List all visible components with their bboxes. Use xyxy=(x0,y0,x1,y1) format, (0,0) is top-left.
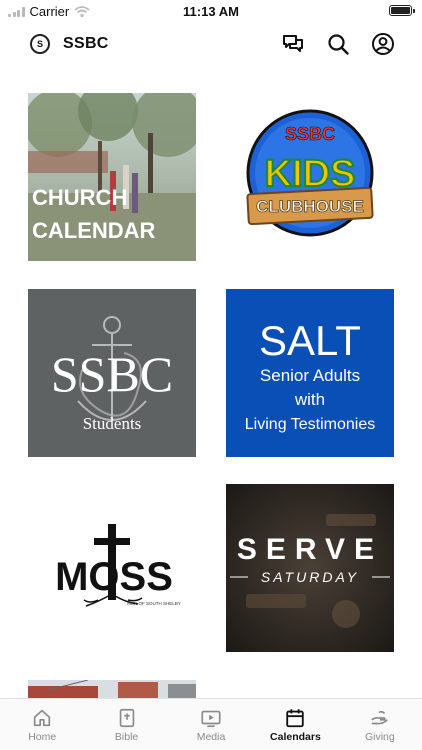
serve-title: SERVE xyxy=(237,533,383,566)
tile-salt[interactable]: SALT Senior Adults with Living Testimoni… xyxy=(226,289,394,457)
tile-church-calendar[interactable]: CHURCH CALENDAR xyxy=(28,93,196,261)
moss-caption: MEN OF SOUTH SHELBY xyxy=(127,601,181,606)
status-bar: Carrier 11:13 AM xyxy=(0,0,422,22)
account-icon[interactable] xyxy=(371,32,395,56)
giving-icon xyxy=(371,710,388,725)
media-icon xyxy=(201,710,221,728)
students-subtitle: Students xyxy=(83,414,142,433)
students-title: SSBC xyxy=(51,346,173,402)
moss-title: MOSS xyxy=(55,555,173,599)
salt-line3: Living Testimonies xyxy=(245,416,375,433)
app-header: S SSBC xyxy=(0,26,422,62)
tab-media[interactable]: Media xyxy=(169,699,253,750)
tab-calendars[interactable]: Calendars xyxy=(253,699,337,750)
serve-subtitle: SATURDAY xyxy=(261,569,359,585)
tile-kids-clubhouse[interactable]: SSBC KIDS CLUBHOUSE xyxy=(226,93,394,261)
tab-bible-label: Bible xyxy=(114,731,139,743)
tab-media-label: Media xyxy=(196,731,226,743)
chat-icon[interactable] xyxy=(281,32,305,56)
tab-home-label: Home xyxy=(28,731,57,743)
search-icon[interactable] xyxy=(326,32,350,56)
app-title: SSBC xyxy=(63,35,109,52)
tab-giving-label: Giving xyxy=(364,731,395,743)
home-icon xyxy=(34,709,51,727)
logo-text: S xyxy=(36,39,43,49)
tab-bar: Home Bible Media Calendars Giving xyxy=(0,698,422,750)
salt-title: SALT xyxy=(259,317,361,364)
kids-bottom-text: CLUBHOUSE xyxy=(256,197,364,216)
bible-icon xyxy=(119,708,134,728)
salt-line1: Senior Adults xyxy=(260,366,360,385)
kids-top-text: SSBC xyxy=(285,124,335,144)
church-calendar-line2: CALENDAR xyxy=(32,218,156,243)
church-calendar-line1: CHURCH xyxy=(32,185,127,210)
tab-calendars-label: Calendars xyxy=(270,731,321,743)
tile-partial[interactable] xyxy=(28,680,196,700)
tile-serve[interactable]: SERVE SATURDAY xyxy=(226,484,394,652)
tab-bible[interactable]: Bible xyxy=(84,699,168,750)
tab-home[interactable]: Home xyxy=(0,699,84,750)
tile-students[interactable]: SSBC Students xyxy=(28,289,196,457)
status-time: 11:13 AM xyxy=(183,4,239,19)
church-logo[interactable]: S xyxy=(30,34,50,54)
calendar-icon xyxy=(286,709,305,728)
battery-icon xyxy=(389,5,415,16)
salt-line2: with xyxy=(294,390,325,409)
tile-moss[interactable]: MOSS MEN OF SOUTH SHELBY xyxy=(28,484,196,652)
tab-giving[interactable]: Giving xyxy=(338,699,422,750)
